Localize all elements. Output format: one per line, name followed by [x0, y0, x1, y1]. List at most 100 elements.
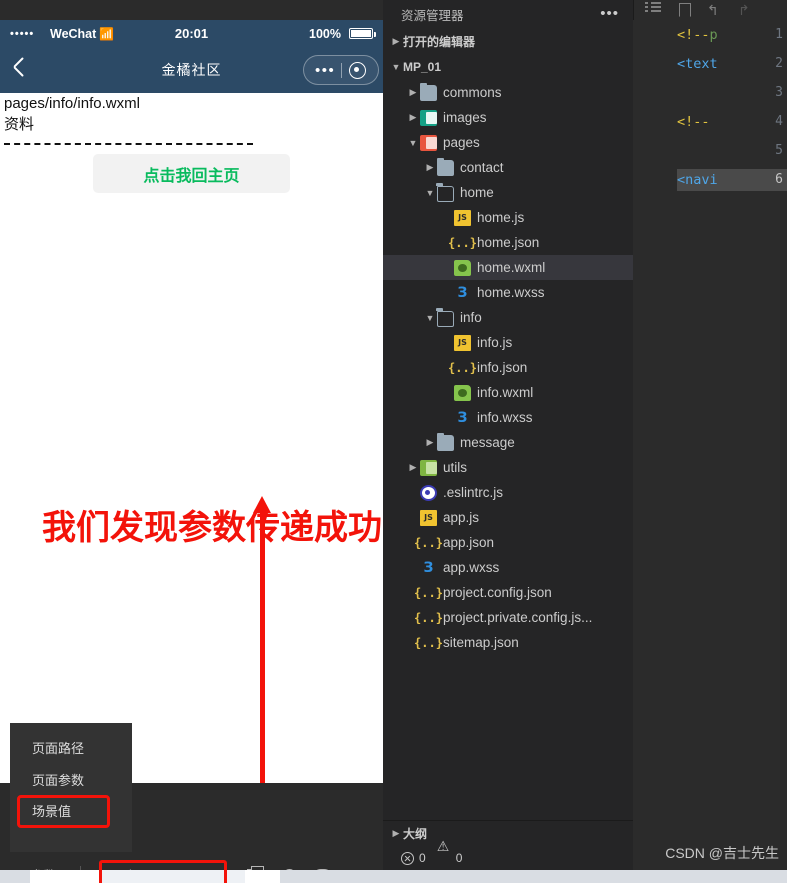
chevron-down-icon[interactable]: ▼: [423, 313, 437, 323]
chevron-down-icon[interactable]: ▼: [406, 138, 420, 148]
code-line[interactable]: <text: [677, 56, 718, 72]
chevron-right-icon[interactable]: ▶: [423, 437, 437, 448]
tree-item-label: contact: [460, 160, 504, 175]
tree-item-label: .eslintrc.js: [443, 485, 504, 500]
explorer-header: 资源管理器 •••: [383, 0, 633, 28]
bookmark-icon[interactable]: [676, 3, 692, 17]
phone-nav-bar: 金橘社区 •••: [0, 47, 383, 93]
go-home-button[interactable]: 点击我回主页: [93, 154, 290, 193]
chevron-down-icon[interactable]: ▼: [423, 188, 437, 198]
chevron-right-icon[interactable]: ▶: [389, 36, 403, 47]
explorer-title: 资源管理器: [401, 8, 464, 23]
tree-item-images[interactable]: ▶ images: [383, 105, 633, 130]
folder-icon: [437, 157, 454, 176]
tree-item-project.config.json[interactable]: {..} project.config.json: [383, 580, 633, 605]
tree-item-home.wxss[interactable]: Зhome.wxss: [383, 280, 633, 305]
tree-item-commons[interactable]: ▶ commons: [383, 80, 633, 105]
editor-code-area[interactable]: 1 <!--p 2 <text 3 4 <!-- 5 6 <navi: [633, 20, 787, 883]
target-circle-icon[interactable]: [349, 61, 367, 79]
code-line[interactable]: <navi: [677, 172, 718, 188]
json-file-icon: {..}: [414, 535, 443, 550]
chevron-left-icon[interactable]: [10, 56, 26, 82]
tree-item-.eslintrc.js[interactable]: .eslintrc.js: [383, 480, 633, 505]
tree-item-label: message: [460, 435, 515, 450]
chevron-right-icon[interactable]: ▶: [389, 828, 403, 839]
tree-item-info[interactable]: ▼ info: [383, 305, 633, 330]
tree-item-home[interactable]: ▼ home: [383, 180, 633, 205]
page-label-text: 资料: [4, 116, 35, 133]
battery-percent-label: 100%: [309, 26, 341, 41]
tree-item-label: sitemap.json: [443, 635, 519, 650]
open-editors-label: 打开的编辑器: [403, 34, 476, 49]
folder-open-icon: [436, 307, 454, 327]
tree-item-pages[interactable]: ▼ pages: [383, 130, 633, 155]
ellipsis-icon[interactable]: •••: [600, 6, 619, 21]
param-value-highlight-box: [99, 860, 227, 883]
json-file-icon: {..}: [414, 635, 443, 650]
error-count: 0: [419, 851, 426, 865]
tree-item-app.wxss[interactable]: Зapp.wxss: [383, 555, 633, 580]
json-file-icon: {..}: [448, 235, 477, 250]
list-icon[interactable]: [645, 3, 661, 17]
ellipsis-icon[interactable]: •••: [315, 63, 335, 78]
tree-item-contact[interactable]: ▶ contact: [383, 155, 633, 180]
json-file-icon: {..}: [414, 585, 443, 600]
context-menu-item-page-path[interactable]: 页面路径: [10, 731, 132, 763]
tree-item-utils[interactable]: ▶ utils: [383, 455, 633, 480]
tree-item-label: commons: [443, 85, 502, 100]
tree-item-info.js[interactable]: JS info.js: [383, 330, 633, 355]
code-editor-panel: ↰ ↱ 1 <!--p 2 <text 3 4 <!-- 5 6 <navi CSDN @吉士先…: [633, 0, 787, 883]
chevron-right-icon[interactable]: ▶: [406, 112, 420, 123]
tree-item-label: app.wxss: [443, 560, 500, 575]
tree-item-info.json[interactable]: {..} info.json: [383, 355, 633, 380]
folder-open-icon: [436, 182, 454, 202]
tree-item-label: home.wxml: [477, 260, 546, 275]
warning-icon: [437, 839, 451, 864]
tree-item-app.json[interactable]: {..} app.json: [383, 530, 633, 555]
undo-arrow-icon[interactable]: ↰: [707, 3, 723, 17]
project-label: MP_01: [403, 60, 442, 74]
tree-item-label: home.js: [477, 210, 525, 225]
redo-arrow-icon[interactable]: ↱: [738, 3, 754, 17]
tree-item-label: app.json: [443, 535, 495, 550]
code-line[interactable]: <!--p: [677, 27, 718, 43]
tree-item-label: app.js: [443, 510, 480, 525]
folder-icon: [420, 82, 437, 101]
wechat-simulator-panel: ••••• WeChat 📶 20:01 100% 金橘社区 ••• pages…: [0, 20, 383, 883]
context-menu-highlight-box: [17, 795, 110, 828]
chevron-down-icon[interactable]: ▼: [389, 62, 403, 72]
capsule-button[interactable]: •••: [303, 55, 379, 85]
wxml-file-icon: [454, 259, 471, 276]
tree-item-label: home.json: [477, 235, 540, 250]
tree-item-home.json[interactable]: {..} home.json: [383, 230, 633, 255]
tree-item-label: pages: [443, 135, 480, 150]
tree-item-info.wxml[interactable]: info.wxml: [383, 380, 633, 405]
chevron-right-icon[interactable]: ▶: [406, 462, 420, 473]
tree-item-info.wxss[interactable]: Зinfo.wxss: [383, 405, 633, 430]
page-title: 金橘社区: [161, 62, 222, 78]
tree-item-project.private.config.js...[interactable]: {..} project.private.config.js...: [383, 605, 633, 630]
tree-item-label: info: [460, 310, 482, 325]
code-line[interactable]: <!--: [677, 114, 718, 130]
tree-item-message[interactable]: ▶ message: [383, 430, 633, 455]
editor-gutter: [633, 20, 669, 883]
mini-program-page: pages/info/info.wxml 资料 点击我回主页 我们发现参数传递成…: [0, 93, 383, 783]
folder-images-icon: [420, 109, 437, 126]
line-number: 3: [775, 85, 783, 100]
page-param-context-menu-top: 页面路径 页面参数: [10, 723, 132, 788]
tree-item-label: info.wxml: [477, 385, 534, 400]
chevron-right-icon[interactable]: ▶: [406, 87, 420, 98]
problems-summary[interactable]: 0 0: [383, 839, 633, 871]
chevron-right-icon[interactable]: ▶: [423, 162, 437, 173]
open-editors-section[interactable]: ▶ 打开的编辑器: [383, 28, 633, 54]
js-file-icon: JS: [454, 334, 471, 351]
tree-item-home.js[interactable]: JS home.js: [383, 205, 633, 230]
tree-item-sitemap.json[interactable]: {..} sitemap.json: [383, 630, 633, 655]
tree-item-app.js[interactable]: JS app.js: [383, 505, 633, 530]
json-file-icon: {..}: [448, 360, 477, 375]
tree-item-label: info.json: [477, 360, 528, 375]
tree-item-label: images: [443, 110, 487, 125]
outline-header[interactable]: ▶ 大纲: [383, 821, 633, 845]
tree-item-home.wxml[interactable]: home.wxml: [383, 255, 633, 280]
project-section[interactable]: ▼ MP_01: [383, 54, 633, 80]
